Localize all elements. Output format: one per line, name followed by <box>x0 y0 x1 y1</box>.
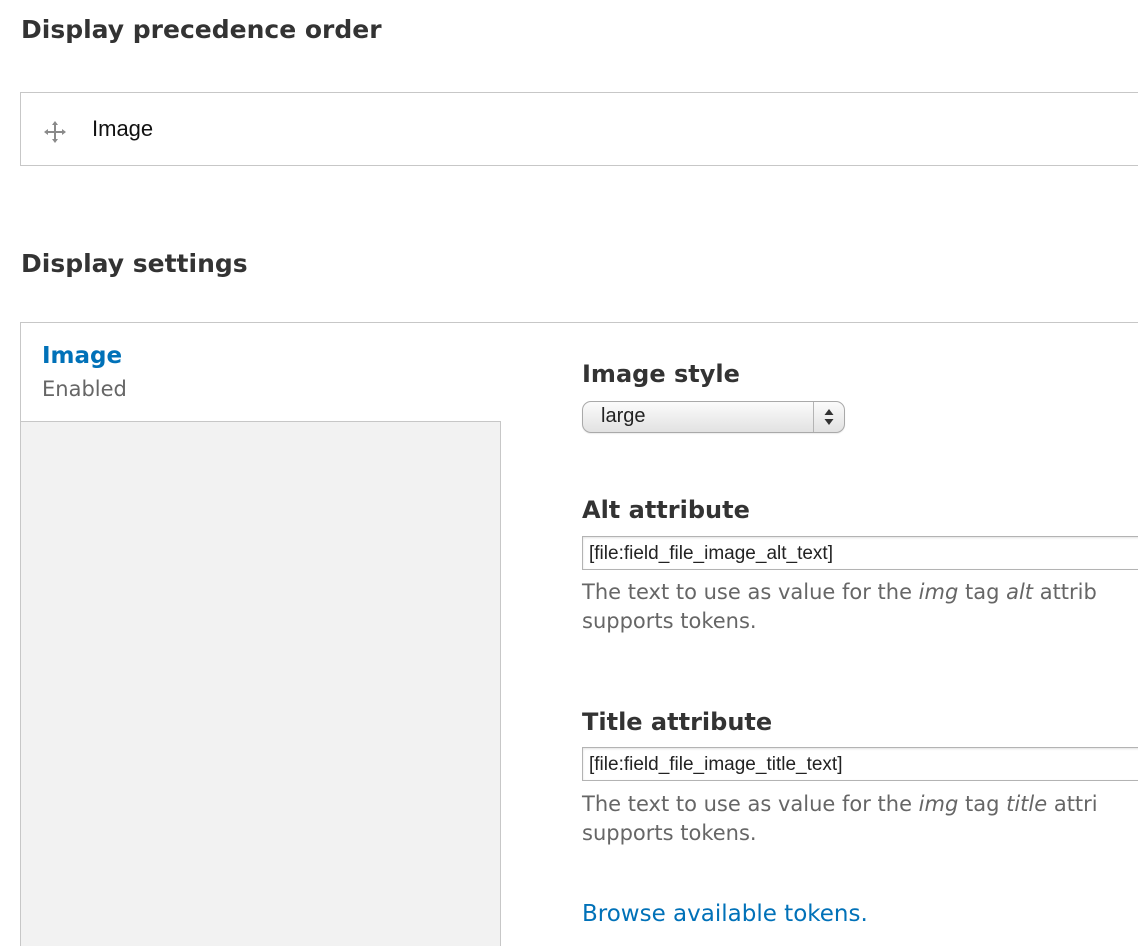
select-arrows-icon <box>822 407 836 427</box>
precedence-table <box>20 92 1138 166</box>
vertical-tabs-menu <box>20 421 501 946</box>
image-style-select[interactable]: large <box>582 401 845 433</box>
title-attribute-label: Title attribute <box>582 708 773 736</box>
vertical-tab-image[interactable]: Image <box>42 343 122 369</box>
drag-handle-icon[interactable] <box>42 119 68 145</box>
title-attribute-input[interactable] <box>582 747 1138 781</box>
display-settings-title: Display settings <box>21 249 248 278</box>
select-divider <box>813 402 814 432</box>
browse-tokens-link[interactable]: Browse available tokens. <box>582 901 868 927</box>
display-precedence-title: Display precedence order <box>21 15 382 44</box>
image-style-selected-value: large <box>601 405 646 427</box>
alt-attribute-description: The text to use as value for the img tag… <box>582 580 1097 633</box>
alt-attribute-label: Alt attribute <box>582 496 750 524</box>
vertical-tab-summary: Enabled <box>42 377 127 401</box>
alt-attribute-input[interactable] <box>582 536 1138 570</box>
title-attribute-description: The text to use as value for the img tag… <box>582 792 1098 845</box>
image-style-label: Image style <box>582 360 740 388</box>
precedence-row-label: Image <box>92 116 154 141</box>
page: Display precedence order Image Display s… <box>0 0 1138 946</box>
